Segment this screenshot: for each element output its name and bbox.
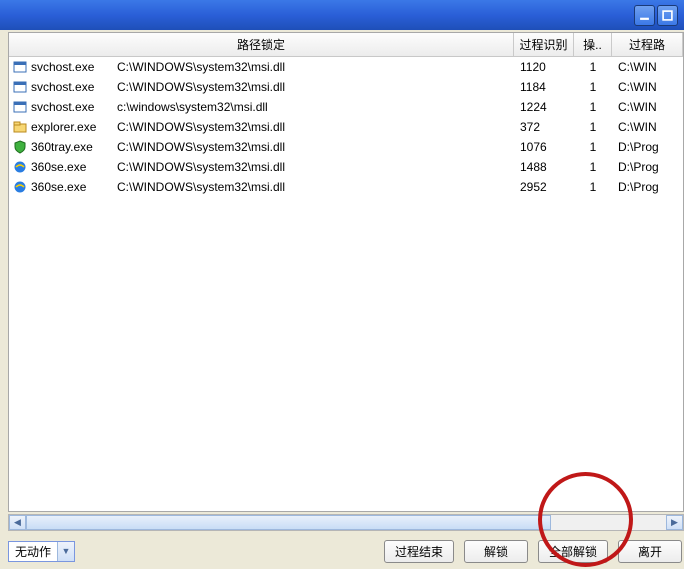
cell-proc: D:\Prog (612, 177, 683, 197)
table-row[interactable]: 360se.exe C:\WINDOWS\system32\msi.dll2952… (9, 177, 683, 197)
titlebar (0, 0, 684, 30)
table-row[interactable]: svchost.exeC:\WINDOWS\system32\msi.dll11… (9, 77, 683, 97)
cell-proc: D:\Prog (612, 137, 683, 157)
cell-op: 1 (574, 97, 612, 117)
cell-name: svchost.exe (9, 97, 117, 117)
leave-button[interactable]: 离开 (618, 540, 682, 563)
cell-path: C:\WINDOWS\system32\msi.dll (117, 117, 514, 137)
cell-op: 1 (574, 157, 612, 177)
folder-icon (13, 120, 27, 134)
table-row[interactable]: svchost.exe c:\windows\system32\msi.dll12… (9, 97, 683, 117)
cell-pid: 2952 (514, 177, 574, 197)
column-path-lock[interactable]: 路径锁定 (9, 33, 514, 56)
chevron-down-icon: ▼ (57, 542, 74, 561)
cell-path: c:\windows\system32\msi.dll (117, 97, 514, 117)
action-select-label: 无动作 (9, 543, 57, 560)
cell-proc: C:\WIN (612, 57, 683, 77)
column-process-path[interactable]: 过程路 (612, 33, 683, 56)
cell-path: C:\WINDOWS\system32\msi.dll (117, 57, 514, 77)
process-name: 360se.exe (31, 180, 86, 194)
table-header: 路径锁定 过程识别 操.. 过程路 (9, 33, 683, 57)
cell-path: C:\WINDOWS\system32\msi.dll (117, 77, 514, 97)
cell-op: 1 (574, 177, 612, 197)
end-process-button[interactable]: 过程结束 (384, 540, 454, 563)
table-row[interactable]: 360tray.exe C:\WINDOWS\system32\msi.dll10… (9, 137, 683, 157)
cell-path: C:\WINDOWS\system32\msi.dll (117, 157, 514, 177)
window-icon (13, 100, 27, 114)
ie-icon (13, 180, 27, 194)
cell-proc: D:\Prog (612, 157, 683, 177)
table-row[interactable]: explorer.exe C:\WINDOWS\system32\msi.dll3… (9, 117, 683, 137)
table-row[interactable]: svchost.exeC:\WINDOWS\system32\msi.dll11… (9, 57, 683, 77)
cell-name: svchost.exe (9, 77, 117, 97)
process-name: svchost.exe (31, 60, 94, 74)
window-icon (13, 80, 27, 94)
process-name: explorer.exe (31, 120, 96, 134)
buttons-right: 过程结束 解锁 全部解锁 离开 (384, 540, 684, 563)
unlock-button[interactable]: 解锁 (464, 540, 528, 563)
process-name: 360se.exe (31, 160, 86, 174)
cell-op: 1 (574, 137, 612, 157)
cell-pid: 1224 (514, 97, 574, 117)
window-icon (13, 60, 27, 74)
cell-op: 1 (574, 57, 612, 77)
cell-name: 360tray.exe (9, 137, 117, 157)
horizontal-scrollbar[interactable]: ◀ ▶ (8, 514, 684, 531)
cell-pid: 1488 (514, 157, 574, 177)
cell-pid: 1120 (514, 57, 574, 77)
minimize-button[interactable] (634, 5, 655, 26)
cell-pid: 372 (514, 117, 574, 137)
scroll-thumb[interactable] (26, 515, 551, 530)
column-pid[interactable]: 过程识别 (514, 33, 574, 56)
scroll-track[interactable] (26, 515, 666, 530)
process-name: 360tray.exe (31, 140, 93, 154)
cell-op: 1 (574, 117, 612, 137)
maximize-button[interactable] (657, 5, 678, 26)
cell-op: 1 (574, 77, 612, 97)
cell-name: 360se.exe (9, 177, 117, 197)
table-body: svchost.exeC:\WINDOWS\system32\msi.dll11… (9, 57, 683, 197)
scroll-left-button[interactable]: ◀ (9, 515, 26, 530)
shield-icon (13, 140, 27, 154)
process-name: svchost.exe (31, 100, 94, 114)
unlock-all-button[interactable]: 全部解锁 (538, 540, 608, 563)
column-operation[interactable]: 操.. (574, 33, 612, 56)
process-list-panel: 路径锁定 过程识别 操.. 过程路 svchost.exe C:\WINDOWS\… (8, 32, 684, 512)
bottom-toolbar: 无动作 ▼ 过程结束 解锁 全部解锁 离开 (8, 537, 684, 565)
minimize-icon (639, 10, 650, 21)
cell-name: svchost.exe (9, 57, 117, 77)
maximize-icon (662, 10, 673, 21)
ie-icon (13, 160, 27, 174)
cell-name: 360se.exe (9, 157, 117, 177)
cell-path: C:\WINDOWS\system32\msi.dll (117, 177, 514, 197)
cell-proc: C:\WIN (612, 117, 683, 137)
cell-pid: 1076 (514, 137, 574, 157)
process-name: svchost.exe (31, 80, 94, 94)
cell-pid: 1184 (514, 77, 574, 97)
cell-proc: C:\WIN (612, 97, 683, 117)
cell-name: explorer.exe (9, 117, 117, 137)
cell-path: C:\WINDOWS\system32\msi.dll (117, 137, 514, 157)
table-row[interactable]: 360se.exe C:\WINDOWS\system32\msi.dll1488… (9, 157, 683, 177)
cell-proc: C:\WIN (612, 77, 683, 97)
action-select[interactable]: 无动作 ▼ (8, 541, 75, 562)
scroll-right-button[interactable]: ▶ (666, 515, 683, 530)
